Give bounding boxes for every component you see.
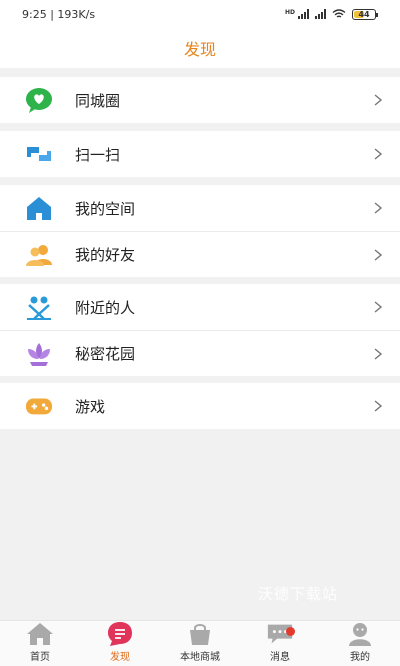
menu-group-1: 同城圈	[0, 77, 400, 123]
status-bar: 9:25 | 193K/s HD 44	[0, 0, 400, 28]
chevron-right-icon	[374, 202, 383, 214]
page-title: 发现	[183, 40, 216, 59]
menu-group-5: 游戏	[0, 383, 400, 429]
menu-item-label: 游戏	[75, 397, 106, 416]
tab-label: 发现	[110, 652, 130, 663]
bottom-tab-bar: 首页 发现 本地商城 消息 我的	[0, 620, 400, 666]
home-icon	[26, 621, 54, 647]
menu-item-label: 扫一扫	[75, 145, 121, 164]
tab-local-mall[interactable]: 本地商城	[160, 621, 240, 666]
chevron-right-icon	[374, 301, 383, 313]
status-right: HD 44	[284, 8, 378, 20]
header: 发现	[0, 28, 400, 68]
menu-group-4: 附近的人 秘密花园	[0, 284, 400, 376]
menu-item-label: 我的好友	[75, 246, 136, 264]
menu-item-nearby-people[interactable]: 附近的人	[0, 284, 400, 330]
wifi-icon	[332, 9, 346, 18]
shopping-bag-icon	[186, 621, 214, 647]
tab-label: 我的	[350, 652, 370, 663]
menu-item-label: 秘密花园	[75, 345, 136, 363]
battery-icon: 44	[352, 8, 378, 20]
menu-group-2: 扫一扫	[0, 131, 400, 177]
menu-item-city-circle[interactable]: 同城圈	[0, 77, 400, 123]
friends-icon	[25, 241, 53, 269]
chevron-right-icon	[374, 248, 383, 261]
hd-icon: HD	[284, 8, 295, 16]
tab-label: 消息	[270, 652, 290, 663]
scan-icon	[25, 140, 53, 168]
menu-item-scan[interactable]: 扫一扫	[0, 131, 400, 177]
tab-home[interactable]: 首页	[0, 621, 80, 666]
status-time: 9:25	[22, 7, 47, 21]
signal-icon	[298, 9, 309, 19]
menu-item-my-friends[interactable]: 我的好友	[0, 231, 400, 277]
battery-level: 44	[358, 9, 370, 19]
profile-icon	[346, 621, 374, 647]
watermark: 沃德下载站	[258, 585, 339, 603]
tab-me[interactable]: 我的	[320, 621, 400, 666]
menu-group-3: 我的空间 我的好友	[0, 185, 400, 277]
chat-heart-icon	[25, 86, 53, 114]
status-left: 9:25 | 193K/s	[22, 8, 95, 21]
unread-badge	[286, 627, 295, 636]
chevron-right-icon	[374, 400, 383, 412]
chevron-right-icon	[374, 148, 383, 160]
signal-2-icon	[315, 9, 326, 19]
tab-label: 本地商城	[180, 652, 220, 663]
tab-label: 首页	[30, 652, 50, 663]
menu-item-secret-garden[interactable]: 秘密花园	[0, 330, 400, 376]
lotus-icon	[25, 340, 53, 368]
chevron-right-icon	[374, 94, 383, 106]
status-speed: 193K/s	[57, 7, 96, 21]
menu-item-label: 我的空间	[75, 199, 136, 218]
discover-icon	[106, 621, 134, 647]
menu-item-label: 同城圈	[75, 91, 121, 110]
menu-item-games[interactable]: 游戏	[0, 383, 400, 429]
chevron-right-icon	[374, 347, 383, 360]
menu-item-my-space[interactable]: 我的空间	[0, 185, 400, 231]
menu-item-label: 附近的人	[75, 298, 136, 317]
nearby-people-icon	[25, 293, 53, 321]
tab-messages[interactable]: 消息	[240, 621, 320, 666]
house-icon	[25, 194, 53, 222]
tab-discover[interactable]: 发现	[80, 621, 160, 666]
gamepad-icon	[25, 392, 53, 420]
